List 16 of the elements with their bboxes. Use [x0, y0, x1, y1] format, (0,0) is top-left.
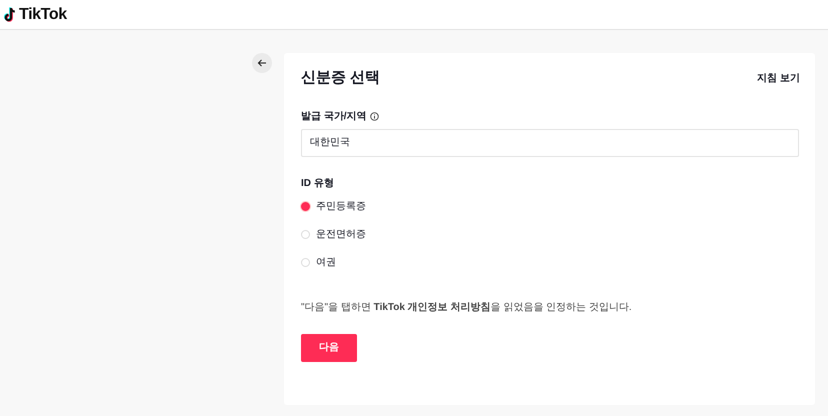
- back-arrow-icon: [257, 58, 267, 68]
- back-button[interactable]: [252, 53, 272, 73]
- country-label: 발급 국가/지역: [301, 110, 367, 124]
- id-type-label: ID 유형: [301, 176, 335, 190]
- country-field[interactable]: 대한민국: [301, 128, 799, 156]
- radio-label[interactable]: 운전면허증: [316, 227, 366, 242]
- radio-label[interactable]: 주민등록증: [316, 199, 366, 214]
- music-note-icon: [4, 6, 18, 22]
- guide-link[interactable]: 지침 보기: [757, 70, 800, 86]
- radio-button[interactable]: [301, 202, 310, 211]
- info-icon[interactable]: [370, 112, 379, 120]
- next-button[interactable]: 다음: [301, 334, 357, 362]
- consent-text: "다음"을 탭하면 TikTok 개인정보 처리방침을 읽었음을 인정하는 것입니다.: [301, 300, 633, 314]
- radio-label[interactable]: 여권: [316, 255, 336, 270]
- logo-text[interactable]: TikTok: [19, 2, 67, 26]
- card-title: 신분증 선택: [301, 68, 380, 88]
